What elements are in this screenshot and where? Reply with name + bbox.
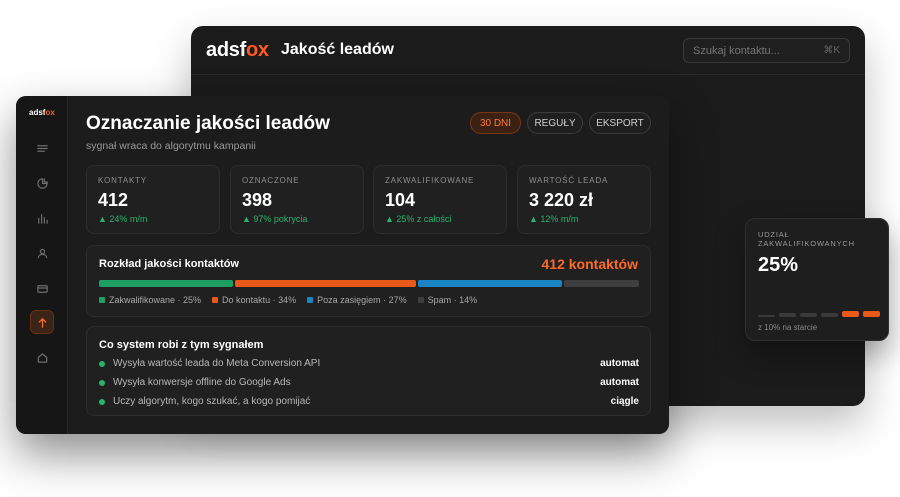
distribution-segment — [99, 280, 233, 287]
back-header: adsfox Jakość leadów ⌘K — [191, 26, 865, 75]
export-button[interactable]: EKSPORT — [589, 112, 651, 134]
status-dot-icon — [99, 399, 105, 405]
action-text: Wysyła wartość leada do Meta Conversion … — [113, 358, 321, 369]
qualified-share-card: UDZIAŁ ZAKWALIFIKOWANYCH 25% z 10% na st… — [745, 218, 889, 341]
stat-label: OZNACZONE — [242, 176, 300, 185]
float-label: UDZIAŁ ZAKWALIFIKOWANYCH — [758, 230, 855, 248]
distribution-segment — [564, 280, 639, 287]
stat-card-contacts: KONTAKTY 412 ▲ 24% m/m — [86, 165, 220, 234]
filter-30-days-button[interactable]: 30 DNI — [470, 112, 521, 134]
action-row: Uczy algorytm, kogo szukać, a kogo pomij… — [99, 396, 639, 410]
rules-button[interactable]: REGUŁY — [527, 112, 583, 134]
action-text: Uczy algorytm, kogo szukać, a kogo pomij… — [113, 396, 311, 407]
trend-bar — [842, 311, 859, 317]
action-row: Wysyła wartość leada do Meta Conversion … — [99, 358, 639, 372]
legend-label: Poza zasięgiem · 27% — [317, 295, 407, 305]
logo-text: adsfox — [206, 39, 269, 61]
trend-bar — [779, 313, 796, 317]
legend-item: Poza zasięgiem · 27% — [307, 295, 407, 305]
trend-bar — [821, 313, 838, 317]
action-tag: automat — [600, 377, 639, 388]
distribution-panel: Rozkład jakości kontaktów 412 kontaktów … — [86, 245, 651, 317]
stat-label: KONTAKTY — [98, 176, 147, 185]
distribution-legend: Zakwalifikowane · 25% Do kontaktu · 34% … — [99, 295, 477, 305]
stat-delta: ▲ 12% m/m — [529, 214, 579, 224]
status-dot-icon — [99, 380, 105, 386]
stat-value: 104 — [385, 190, 416, 210]
home-icon[interactable] — [32, 347, 52, 367]
distribution-segment — [234, 280, 417, 287]
action-tag: automat — [600, 358, 639, 369]
action-row: Wysyła konwersje offline do Google Ads a… — [99, 377, 639, 391]
legend-swatch — [212, 297, 219, 303]
legend-swatch — [417, 297, 424, 303]
stat-delta: ▲ 25% z całości — [385, 214, 452, 224]
actions-title: Co system robi z tym sygnałem — [99, 339, 264, 351]
stat-card-qualified: ZAKWALIFIKOWANE 104 ▲ 25% z całości — [373, 165, 507, 234]
search-shortcut: ⌘K — [823, 45, 840, 56]
legend-swatch — [99, 297, 105, 303]
action-text: Wysyła konwersje offline do Google Ads — [113, 377, 291, 388]
stat-card-marked: OZNACZONE 398 ▲ 97% pokrycia — [230, 165, 364, 234]
trend-bars — [758, 309, 880, 317]
front-window: adsfox Oznaczanie jakości leadów sygnał … — [16, 96, 669, 434]
stat-value: 412 — [98, 190, 129, 210]
legend-item: Zakwalifikowane · 25% — [99, 295, 201, 305]
page-subtitle: sygnał wraca do algorytmu kampanii — [86, 140, 256, 152]
menu-icon[interactable] — [32, 138, 52, 158]
trend-bar — [800, 313, 817, 317]
legend-label: Do kontaktu · 34% — [222, 295, 297, 305]
stat-delta: ▲ 97% pokrycia — [242, 214, 308, 224]
distribution-segment — [418, 280, 563, 287]
sidebar: adsfox — [16, 96, 68, 434]
trend-bar — [758, 315, 775, 317]
legend-swatch — [307, 297, 314, 303]
legend-label: Zakwalifikowane · 25% — [109, 295, 202, 305]
actions-panel: Co system robi z tym sygnałem Wysyła war… — [86, 326, 651, 416]
float-footnote: z 10% na starcie — [758, 323, 818, 332]
stat-value: 398 — [242, 190, 273, 210]
search-input[interactable] — [693, 43, 813, 59]
legend-item: Do kontaktu · 34% — [212, 295, 296, 305]
trend-bar — [863, 311, 880, 317]
pie-chart-icon[interactable] — [32, 173, 52, 193]
search-box[interactable]: ⌘K — [683, 38, 850, 63]
page-title: Oznaczanie jakości leadów — [86, 113, 330, 134]
action-tag: ciągle — [610, 396, 639, 407]
legend-item: Spam · 14% — [417, 295, 478, 305]
legend-label: Spam · 14% — [427, 295, 478, 305]
bar-chart-icon[interactable] — [32, 208, 52, 228]
stat-value: 3 220 zł — [529, 190, 594, 210]
sidebar-logo: adsfox — [29, 108, 55, 117]
logo: adsfox — [206, 39, 269, 62]
status-dot-icon — [99, 361, 105, 367]
distribution-bar — [99, 280, 639, 287]
upload-arrow-icon[interactable] — [30, 310, 54, 334]
stat-label: WARTOŚĆ LEADA — [529, 176, 609, 185]
card-icon[interactable] — [32, 278, 52, 298]
float-value: 25% — [758, 254, 799, 276]
distribution-title: Rozkład jakości kontaktów — [99, 258, 239, 270]
user-icon[interactable] — [32, 243, 52, 263]
stat-delta: ▲ 24% m/m — [98, 214, 148, 224]
stat-label: ZAKWALIFIKOWANE — [385, 176, 475, 185]
back-window-title: Jakość leadów — [281, 41, 394, 58]
stat-card-lead-value: WARTOŚĆ LEADA 3 220 zł ▲ 12% m/m — [517, 165, 651, 234]
distribution-total: 412 kontaktów — [541, 256, 638, 272]
